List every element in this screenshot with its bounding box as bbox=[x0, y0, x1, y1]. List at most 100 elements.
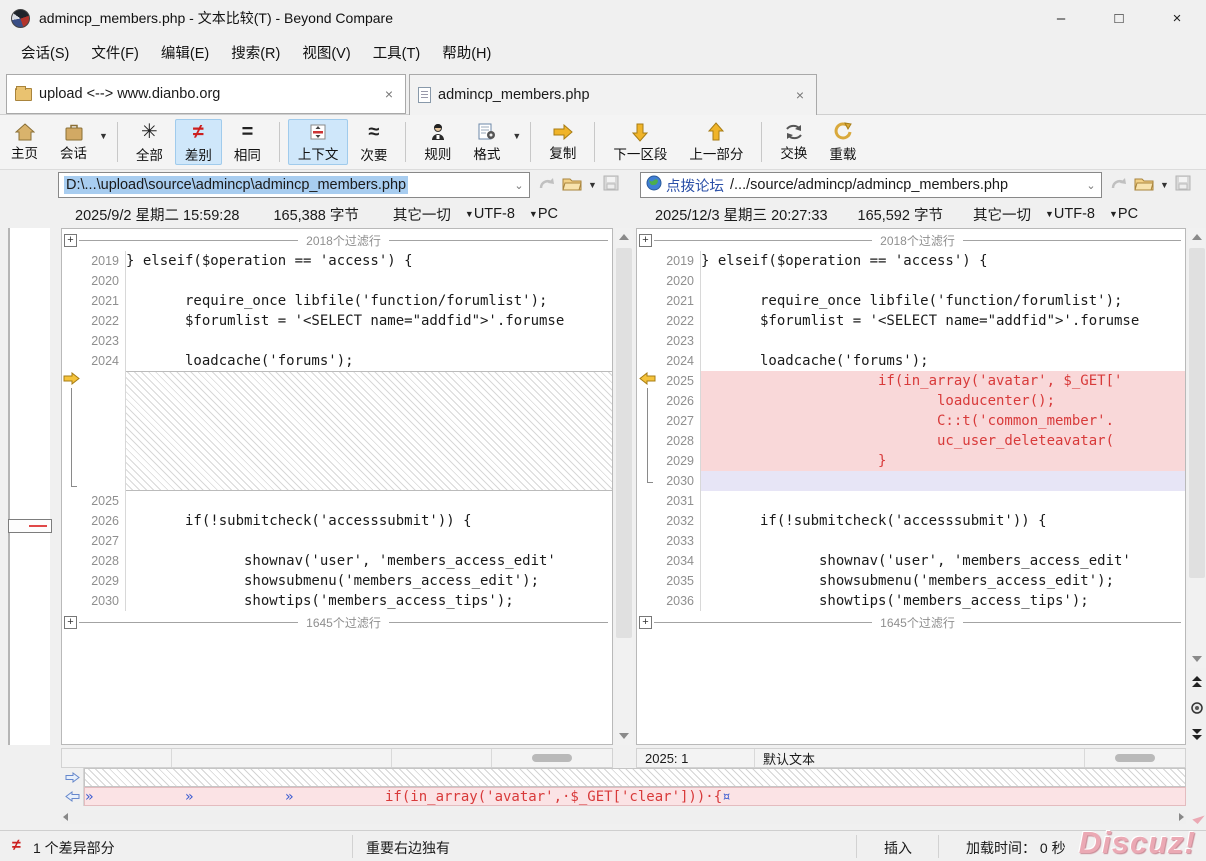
code-line[interactable]: 2026 loaducenter(); bbox=[637, 391, 1185, 411]
minor-button[interactable]: ≈ 次要 bbox=[350, 119, 397, 165]
session-button[interactable]: 会话 bbox=[50, 119, 97, 165]
detail-horizontal-scrollbar[interactable] bbox=[61, 810, 1186, 824]
left-browse-folder-icon[interactable] bbox=[562, 175, 582, 196]
scroll-down-icon[interactable] bbox=[1188, 650, 1206, 668]
show-differences-button[interactable]: ≠ 差别 bbox=[175, 119, 222, 165]
right-scrollbar-thumb[interactable] bbox=[1189, 248, 1205, 578]
code-line[interactable]: 2030 showtips('members_access_tips'); bbox=[62, 591, 612, 611]
code-line[interactable]: 2035 showsubmenu('members_access_edit'); bbox=[637, 571, 1185, 591]
code-line[interactable]: 2034 shownav('user', 'members_access_edi… bbox=[637, 551, 1185, 571]
session-dropdown-icon[interactable]: ▼ bbox=[99, 131, 108, 141]
left-horizontal-scrollbar[interactable] bbox=[492, 749, 612, 767]
code-line[interactable]: 2028 shownav('user', 'members_access_edi… bbox=[62, 551, 612, 571]
menu-session[interactable]: 会话(S) bbox=[10, 37, 80, 68]
code-line[interactable]: 2025 bbox=[62, 491, 612, 511]
context-button[interactable]: 上下文 bbox=[288, 119, 349, 165]
code-line[interactable]: 2028 uc_user_deleteavatar( bbox=[637, 431, 1185, 451]
left-code-pane[interactable]: + 2018个过滤行 2019} elseif($operation == 'a… bbox=[61, 228, 613, 745]
left-hscroll-thumb[interactable] bbox=[532, 754, 572, 762]
scroll-down-icon[interactable] bbox=[615, 727, 633, 745]
code-line[interactable]: 2025 if(in_array('avatar', $_GET[' bbox=[637, 371, 1185, 391]
code-line[interactable]: 2036 showtips('members_access_tips'); bbox=[637, 591, 1185, 611]
next-section-button[interactable]: 下一区段 bbox=[603, 119, 677, 165]
left-filter-dropdown-icon[interactable]: ▼ bbox=[465, 209, 474, 219]
tab-file-compare[interactable]: admincp_members.php × bbox=[409, 74, 817, 115]
code-line[interactable]: 2021 require_once libfile('function/foru… bbox=[62, 291, 612, 311]
detail-scroll-left-icon[interactable] bbox=[63, 813, 68, 821]
right-hscroll-thumb[interactable] bbox=[1115, 754, 1155, 762]
code-line[interactable]: 2030 bbox=[637, 471, 1185, 491]
maximize-button[interactable]: □ bbox=[1090, 0, 1148, 36]
menu-file[interactable]: 文件(F) bbox=[80, 37, 150, 68]
code-line[interactable]: 2019} elseif($operation == 'access') { bbox=[62, 251, 612, 271]
expand-plus-icon[interactable]: + bbox=[639, 234, 652, 247]
left-path-dropdown-icon[interactable]: ⌄ bbox=[511, 179, 527, 192]
expand-plus-icon[interactable]: + bbox=[64, 616, 77, 629]
code-line[interactable]: 2027 bbox=[62, 531, 612, 551]
right-redo-icon[interactable] bbox=[1110, 175, 1128, 196]
current-diff-button[interactable] bbox=[1188, 698, 1206, 718]
close-button[interactable]: × bbox=[1148, 0, 1206, 36]
scroll-up-icon[interactable] bbox=[1188, 228, 1206, 246]
right-vertical-scrollbar[interactable] bbox=[1188, 228, 1206, 668]
code-line[interactable]: 2019} elseif($operation == 'access') { bbox=[637, 251, 1185, 271]
code-line[interactable]: 2020 bbox=[637, 271, 1185, 291]
code-line[interactable]: 2024 loadcache('forums'); bbox=[637, 351, 1185, 371]
overview-viewport[interactable] bbox=[8, 519, 52, 533]
detail-scroll-right-icon[interactable] bbox=[1179, 813, 1184, 821]
left-vertical-scrollbar[interactable] bbox=[615, 228, 633, 745]
home-button[interactable]: 主页 bbox=[1, 119, 48, 165]
show-same-button[interactable]: = 相同 bbox=[224, 119, 271, 165]
menu-help[interactable]: 帮助(H) bbox=[431, 37, 502, 68]
right-filter-select[interactable]: 其它一切 bbox=[973, 204, 1031, 225]
code-line[interactable]: 2023 bbox=[637, 331, 1185, 351]
code-line[interactable]: 2027 C::t('common_member'. bbox=[637, 411, 1185, 431]
show-all-button[interactable]: ✳ 全部 bbox=[126, 119, 173, 165]
menu-search[interactable]: 搜索(R) bbox=[220, 37, 291, 68]
right-diff-marker-arrow-icon[interactable] bbox=[639, 372, 656, 385]
code-line[interactable]: 2029 } bbox=[637, 451, 1185, 471]
minimize-button[interactable]: – bbox=[1032, 0, 1090, 36]
code-line[interactable]: 2026 if(!submitcheck('accesssubmit')) { bbox=[62, 511, 612, 531]
left-encoding-dropdown-icon[interactable]: ▼ bbox=[529, 209, 538, 219]
format-button[interactable]: 格式 bbox=[463, 119, 510, 165]
scroll-up-icon[interactable] bbox=[615, 228, 633, 246]
code-line[interactable]: 2033 bbox=[637, 531, 1185, 551]
prev-diff-button[interactable] bbox=[1188, 672, 1206, 692]
format-dropdown-icon[interactable]: ▼ bbox=[512, 131, 521, 141]
menu-view[interactable]: 视图(V) bbox=[291, 37, 361, 68]
right-line-ending[interactable]: PC bbox=[1118, 206, 1138, 222]
code-line[interactable]: 2023 bbox=[62, 331, 612, 351]
menu-tools[interactable]: 工具(T) bbox=[362, 37, 432, 68]
menu-edit[interactable]: 编辑(E) bbox=[150, 37, 220, 68]
code-line[interactable]: 2024 loadcache('forums'); bbox=[62, 351, 612, 371]
right-path-dropdown-icon[interactable]: ⌄ bbox=[1083, 179, 1099, 192]
reload-button[interactable]: 重载 bbox=[819, 119, 866, 165]
expand-plus-icon[interactable]: + bbox=[64, 234, 77, 247]
right-filter-dropdown-icon[interactable]: ▼ bbox=[1045, 209, 1054, 219]
rules-button[interactable]: 规则 bbox=[414, 119, 461, 165]
left-scrollbar-thumb[interactable] bbox=[616, 248, 632, 638]
left-filter-select[interactable]: 其它一切 bbox=[393, 204, 451, 225]
right-code-pane[interactable]: + 2018个过滤行 2019} elseif($operation == 'a… bbox=[636, 228, 1186, 745]
code-line[interactable]: 2022 $forumlist = '<SELECT name="addfid"… bbox=[637, 311, 1185, 331]
left-redo-icon[interactable] bbox=[538, 175, 556, 196]
code-line[interactable]: 2031 bbox=[637, 491, 1185, 511]
left-path-input[interactable]: D:\...\upload\source\admincp\admincp_mem… bbox=[58, 172, 530, 198]
prev-part-button[interactable]: 上一部分 bbox=[679, 119, 753, 165]
tab-close-icon[interactable]: × bbox=[381, 86, 397, 102]
right-path-input[interactable]: 点拨论坛 /.../source/admincp/admincp_members… bbox=[640, 172, 1102, 198]
tab-session-folder[interactable]: upload <--> www.dianbo.org × bbox=[6, 74, 406, 114]
left-line-ending[interactable]: PC bbox=[538, 206, 558, 222]
swap-button[interactable]: 交换 bbox=[770, 119, 817, 165]
detail-left-arrow-icon[interactable] bbox=[61, 787, 84, 806]
detail-right-arrow-icon[interactable] bbox=[61, 768, 84, 787]
code-line[interactable]: 2021 require_once libfile('function/foru… bbox=[637, 291, 1185, 311]
right-browse-folder-icon[interactable] bbox=[1134, 175, 1154, 196]
expand-plus-icon[interactable]: + bbox=[639, 616, 652, 629]
right-horizontal-scrollbar[interactable] bbox=[1085, 749, 1185, 767]
code-line[interactable]: 2032 if(!submitcheck('accesssubmit')) { bbox=[637, 511, 1185, 531]
overview-strip[interactable] bbox=[8, 228, 50, 745]
code-line[interactable]: 2022 $forumlist = '<SELECT name="addfid"… bbox=[62, 311, 612, 331]
right-encoding-select[interactable]: UTF-8 bbox=[1054, 206, 1095, 222]
